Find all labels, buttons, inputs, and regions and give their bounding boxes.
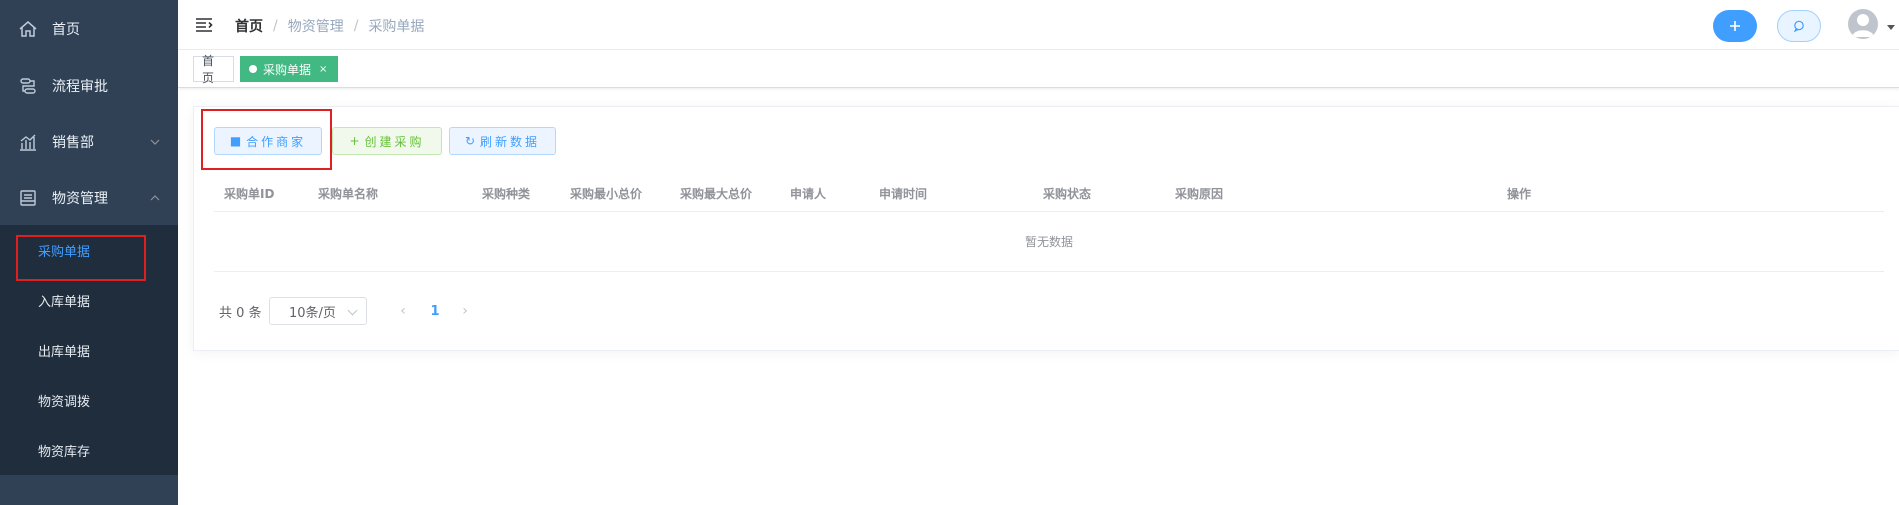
sidebar-item-flow-approval[interactable]: 流程审批 bbox=[0, 58, 178, 114]
breadcrumb-home[interactable]: 首页 bbox=[235, 16, 263, 36]
plus-icon bbox=[1730, 21, 1740, 31]
add-button[interactable] bbox=[1713, 10, 1757, 42]
sidebar-item-purchase-orders[interactable]: 采购单据 bbox=[0, 225, 178, 275]
sidebar-footer bbox=[0, 475, 178, 505]
sidebar-item-inbound-orders[interactable]: 入库单据 bbox=[0, 275, 178, 325]
sidebar-item-label: 物资调拨 bbox=[38, 394, 91, 410]
chevron-up-icon bbox=[150, 195, 160, 201]
column-header-id: 采购单ID bbox=[224, 187, 275, 201]
sidebar-item-label: 入库单据 bbox=[38, 294, 91, 310]
column-header-actions: 操作 bbox=[1507, 187, 1532, 201]
user-avatar[interactable] bbox=[1848, 9, 1878, 39]
document-icon bbox=[20, 190, 36, 206]
merchant-icon: ■ bbox=[229, 134, 242, 148]
prev-page-button[interactable]: ‹ bbox=[393, 297, 413, 325]
materials-submenu: 采购单据 入库单据 出库单据 物资调拨 物资库存 bbox=[0, 225, 178, 475]
pagination-total: 共 0 条 bbox=[219, 305, 262, 321]
pagination: 共 0 条 10条/页 ‹ 1 › bbox=[219, 297, 468, 325]
sidebar-item-outbound-orders[interactable]: 出库单据 bbox=[0, 325, 178, 375]
table-header: 采购单ID 采购单名称 采购种类 采购最小总价 采购最大总价 申请人 申请时间 … bbox=[214, 172, 1884, 212]
chat-icon bbox=[1793, 20, 1804, 32]
sidebar: 首页 流程审批 销售部 物资管理 采购单据 入库单据 出库单据 物资调拨 物资库… bbox=[0, 0, 178, 505]
column-header-name: 采购单名称 bbox=[318, 187, 379, 201]
sidebar-item-home[interactable]: 首页 bbox=[0, 1, 178, 57]
user-avatar-icon bbox=[1852, 14, 1874, 37]
page-size-value: 10条/页 bbox=[289, 305, 336, 321]
hamburger-icon[interactable] bbox=[195, 16, 213, 34]
button-label: 合作商家 bbox=[246, 134, 307, 149]
sidebar-item-label: 物资库存 bbox=[38, 444, 91, 460]
sidebar-item-inventory[interactable]: 物资库存 bbox=[0, 425, 178, 475]
partner-merchants-button[interactable]: ■ 合作商家 bbox=[214, 127, 322, 155]
chart-icon bbox=[20, 134, 36, 151]
sidebar-item-materials[interactable]: 物资管理 bbox=[0, 170, 178, 226]
button-label: 刷新数据 bbox=[480, 134, 541, 149]
breadcrumb-separator: / bbox=[273, 18, 278, 34]
tag-purchase-orders[interactable]: 采购单据 × bbox=[240, 56, 338, 82]
sidebar-item-label: 物资管理 bbox=[52, 191, 108, 207]
tags-view: 首页 采购单据 × bbox=[178, 50, 1899, 88]
button-label: 创建采购 bbox=[364, 134, 425, 149]
refresh-data-button[interactable]: ↻ 刷新数据 bbox=[449, 127, 556, 155]
sidebar-item-transfer[interactable]: 物资调拨 bbox=[0, 375, 178, 425]
column-header-applicant: 申请人 bbox=[790, 187, 827, 201]
column-header-status: 采购状态 bbox=[1043, 187, 1092, 201]
next-page-button[interactable]: › bbox=[455, 297, 475, 325]
breadcrumb-purchase-orders: 采购单据 bbox=[368, 19, 425, 35]
breadcrumb-materials: 物资管理 bbox=[287, 19, 344, 35]
caret-down-icon[interactable] bbox=[1887, 25, 1895, 30]
tag-home[interactable]: 首页 bbox=[193, 54, 234, 85]
sidebar-item-label: 出库单据 bbox=[38, 344, 91, 360]
column-header-reason: 采购原因 bbox=[1175, 187, 1224, 201]
column-header-min-total: 采购最小总价 bbox=[570, 187, 643, 201]
page-number[interactable]: 1 bbox=[425, 297, 445, 325]
breadcrumb: 首页 / 物资管理 / 采购单据 bbox=[235, 16, 424, 36]
chevron-down-icon bbox=[150, 139, 160, 145]
breadcrumb-separator: / bbox=[353, 18, 359, 34]
column-header-max-total: 采购最大总价 bbox=[680, 187, 753, 201]
content-card: ■ 合作商家 + 创建采购 ↻ 刷新数据 采购单ID 采购单名称 采购种类 采购… bbox=[193, 106, 1899, 351]
create-purchase-button[interactable]: + 创建采购 bbox=[332, 127, 442, 155]
tag-label: 采购单据 bbox=[263, 62, 312, 77]
table-empty: 暂无数据 bbox=[214, 212, 1884, 272]
active-dot-icon bbox=[249, 65, 257, 73]
close-icon[interactable]: × bbox=[319, 64, 327, 75]
navbar: 首页 / 物资管理 / 采购单据 bbox=[178, 0, 1899, 50]
chat-button[interactable] bbox=[1777, 10, 1821, 42]
page-size-select[interactable]: 10条/页 bbox=[269, 297, 367, 325]
sidebar-item-label: 首页 bbox=[52, 22, 80, 38]
column-header-category: 采购种类 bbox=[482, 187, 531, 201]
sidebar-item-label: 流程审批 bbox=[52, 79, 108, 95]
sidebar-item-label: 采购单据 bbox=[38, 244, 91, 260]
sidebar-item-sales[interactable]: 销售部 bbox=[0, 114, 178, 170]
plus-icon: + bbox=[349, 134, 360, 148]
column-header-apply-time: 申请时间 bbox=[879, 187, 928, 201]
flow-icon bbox=[20, 78, 36, 94]
home-icon bbox=[19, 21, 37, 37]
sidebar-item-label: 销售部 bbox=[52, 135, 94, 151]
chevron-down-icon bbox=[347, 305, 358, 316]
tag-label: 首页 bbox=[202, 54, 215, 85]
refresh-icon: ↻ bbox=[464, 134, 476, 148]
